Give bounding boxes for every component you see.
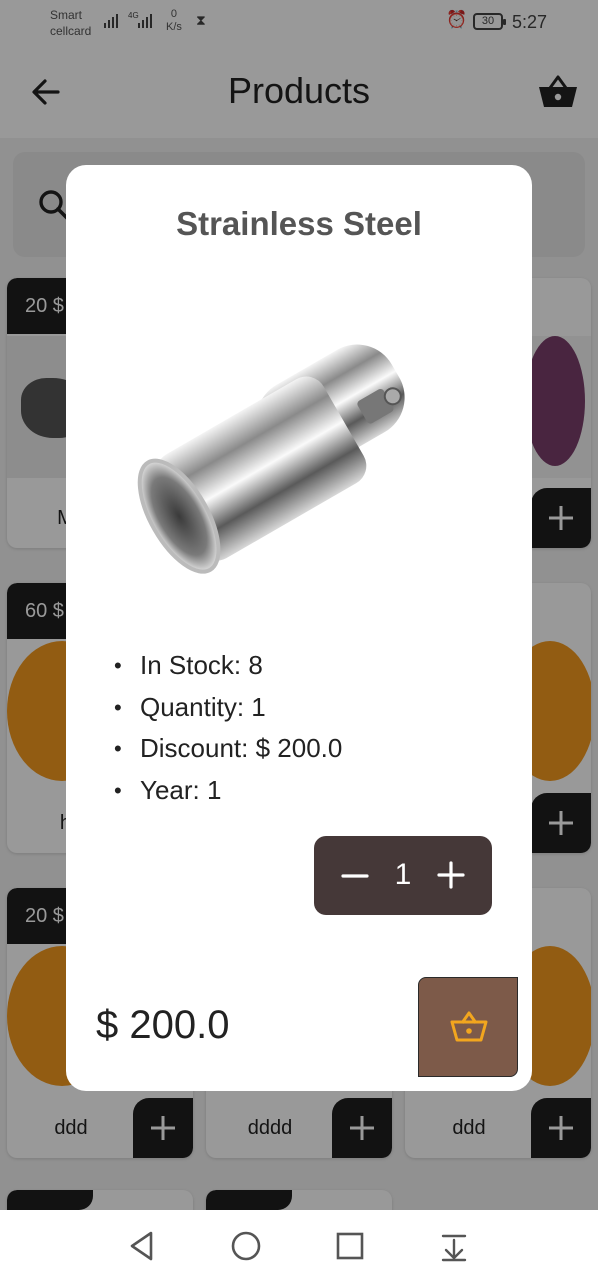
nav-recents-icon[interactable]: [332, 1228, 368, 1264]
detail-in-stock: In Stock: 8: [112, 645, 342, 687]
system-nav-bar: [0, 1210, 598, 1280]
product-detail-dialog: Strainless Steel In Stock: 8: [66, 165, 532, 1091]
total-price: $ 200.0: [96, 1003, 230, 1047]
quantity-stepper: 1: [314, 836, 492, 915]
product-details-list: In Stock: 8 Quantity: 1 Discount: $ 200.…: [112, 645, 342, 811]
detail-year: Year: 1: [112, 770, 342, 812]
quantity-value: 1: [394, 858, 412, 891]
basket-icon: [450, 1011, 488, 1042]
nav-back-icon[interactable]: [124, 1228, 160, 1264]
minus-icon[interactable]: [338, 859, 372, 893]
dialog-title: Strainless Steel: [176, 205, 422, 242]
plus-icon[interactable]: [434, 858, 468, 892]
nav-notifications-icon[interactable]: [436, 1228, 472, 1264]
product-image: [137, 344, 405, 574]
add-to-cart-button[interactable]: [418, 977, 518, 1077]
detail-quantity: Quantity: 1: [112, 687, 342, 729]
nav-home-icon[interactable]: [228, 1228, 264, 1264]
detail-discount: Discount: $ 200.0: [112, 728, 342, 770]
